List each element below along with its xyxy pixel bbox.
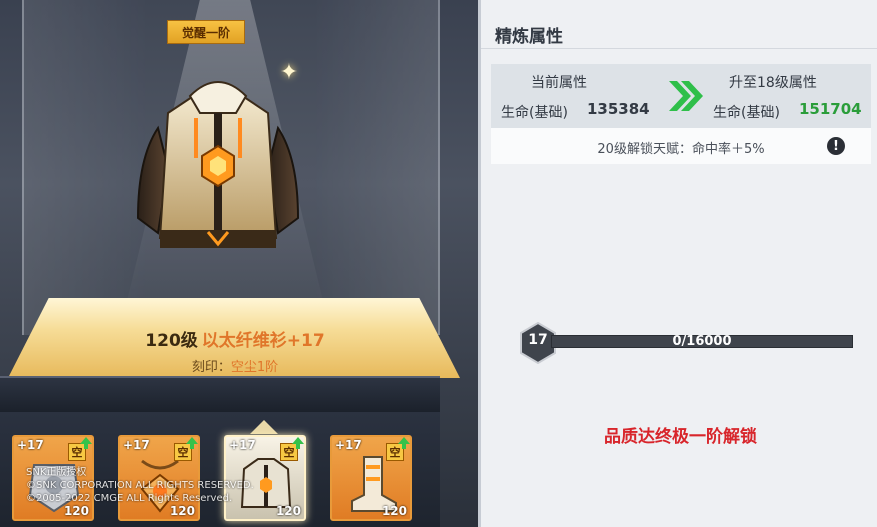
- current-hp-label: 生命(基础): [501, 105, 568, 121]
- slot-level: 120: [275, 504, 301, 518]
- jacket-item-icon[interactable]: [128, 68, 308, 268]
- info-icon[interactable]: !: [827, 137, 845, 155]
- slot-level: 120: [63, 504, 89, 518]
- next-hp-label: 生命(基础): [713, 105, 780, 121]
- slot-plus: +17: [335, 438, 362, 452]
- game-screen: 觉醒一阶 ✦ 120级 以太纤维衫+17 刻印：空尘1阶 +17 空 120 +…: [0, 0, 877, 527]
- upgrade-arrow-icon: [292, 437, 304, 449]
- copyright-notice: SNK正版授权 ©SNK CORPORATION ALL RIGHTS RESE…: [26, 466, 256, 505]
- awaken-stage-tag: 觉醒一阶: [167, 20, 245, 44]
- slot-level: 120: [169, 504, 195, 518]
- copyright-line: ©2005-2022 CMGE ALL Rights Reserved.: [26, 493, 233, 504]
- quality-unlock-notice: 品质达终极一阶解锁: [604, 427, 757, 447]
- attribute-compare-box: 当前属性 升至18级属性 生命(基础) 135384 生命(基础) 151704: [491, 64, 871, 128]
- next-hp-value: 151704: [799, 100, 862, 118]
- refine-panel: 精炼属性 当前属性 升至18级属性 生命(基础) 135384 生命(基础) 1…: [478, 0, 877, 527]
- panel-title: 精炼属性: [495, 27, 563, 47]
- item-title: 120级 以太纤维衫+17: [0, 326, 470, 351]
- slot-plus: +17: [123, 438, 150, 452]
- upgrade-arrow-icon: [398, 437, 410, 449]
- slot-plus: +17: [17, 438, 44, 452]
- slot-level: 120: [381, 504, 407, 518]
- current-hp-value: 135384: [587, 100, 650, 118]
- progress-text: 0/16000: [672, 334, 732, 349]
- copyright-line: ©SNK CORPORATION ALL RIGHTS RESERVED.: [26, 480, 254, 491]
- double-chevron-right-icon: [669, 81, 703, 111]
- item-name: 以太纤维衫+17: [201, 331, 325, 351]
- current-attr-header: 当前属性: [531, 75, 587, 91]
- upgrade-arrow-icon: [80, 437, 92, 449]
- equipment-slot-4[interactable]: +17 空 120: [330, 435, 412, 521]
- talent-unlock-text: 20级解锁天赋：命中率＋5%: [597, 142, 765, 157]
- selected-slot-pointer: [250, 420, 278, 434]
- next-attr-header: 升至18级属性: [729, 75, 817, 91]
- display-case: 觉醒一阶 ✦ 120级 以太纤维衫+17 刻印：空尘1阶 +17 空 120 +…: [0, 0, 470, 527]
- divider: [481, 48, 877, 49]
- talent-unlock-row: 20级解锁天赋：命中率＋5% !: [491, 128, 871, 164]
- pedestal-base: [0, 376, 440, 412]
- upgrade-arrow-icon: [186, 437, 198, 449]
- engrave-info: 刻印：空尘1阶: [0, 356, 470, 375]
- slot-plus: +17: [229, 438, 256, 452]
- copyright-line: SNK正版授权: [26, 467, 87, 478]
- item-level: 120级: [145, 331, 198, 351]
- engrave-value: 空尘1阶: [230, 360, 279, 375]
- engrave-label: 刻印：: [191, 360, 231, 375]
